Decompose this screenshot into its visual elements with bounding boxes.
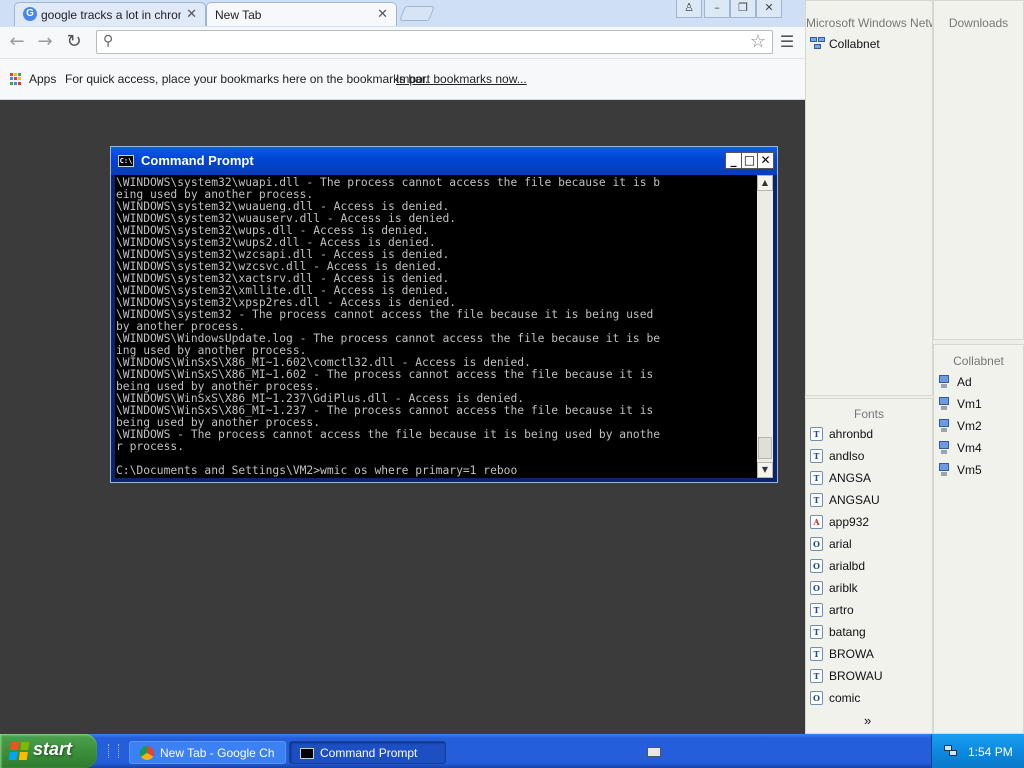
taskbar-item-chrome[interactable]: New Tab - Google Ch... <box>129 741 286 764</box>
cmd-console[interactable]: \WINDOWS\system32\wuapi.dll - The proces… <box>115 175 757 478</box>
truetype-font-icon: T <box>810 449 823 463</box>
opentype-font-icon: O <box>810 691 823 705</box>
close-window-button[interactable]: ✕ <box>756 0 782 18</box>
computer-icon <box>938 397 950 411</box>
restore-button[interactable]: ❐ <box>730 0 756 18</box>
truetype-font-icon: T <box>810 427 823 441</box>
more-chevron-icon[interactable]: » <box>864 713 871 728</box>
apps-link[interactable]: Apps <box>29 72 56 86</box>
cmd-title-bar[interactable]: C:\ Command Prompt _ □ ✕ <box>111 147 777 175</box>
collabnet-pane-header: Collabnet <box>953 354 1004 368</box>
apps-grid-icon[interactable] <box>10 73 22 85</box>
browser-toolbar: ← → ↻ ⚲ ☆ ☰ <box>0 27 805 59</box>
cmd-icon <box>300 748 314 759</box>
minimize-button[interactable]: – <box>704 0 730 18</box>
taskbar: start New Tab - Google Ch... Command Pro… <box>0 734 1024 768</box>
tab-close-icon[interactable]: ✕ <box>186 6 197 22</box>
start-button[interactable]: start <box>0 734 97 768</box>
cmd-scrollbar[interactable]: ▲ ▼ <box>757 175 773 478</box>
downloads-pane: Downloads <box>933 0 1024 340</box>
import-bookmarks-link[interactable]: Import bookmarks now... <box>396 72 527 86</box>
tab-google-tracks[interactable]: G google tracks a lot in chrome ✕ <box>14 2 206 26</box>
downloads-pane-header: Downloads <box>948 16 1009 30</box>
tab-title: New Tab <box>215 8 262 22</box>
reload-icon[interactable]: ↻ <box>63 31 85 53</box>
bookmarks-bar: Apps For quick access, place your bookma… <box>0 59 805 100</box>
computer-icon <box>938 463 950 477</box>
cmd-title: Command Prompt <box>141 153 254 168</box>
search-icon: ⚲ <box>103 33 114 49</box>
quick-launch-grip[interactable] <box>108 744 112 758</box>
tab-title: google tracks a lot in chrome <box>41 8 181 22</box>
start-label: start <box>33 739 73 759</box>
cmd-minimize-button[interactable]: _ <box>725 152 742 169</box>
cmd-maximize-button[interactable]: □ <box>741 152 758 169</box>
profile-icon[interactable]: ♙ <box>676 0 702 18</box>
cmd-icon[interactable]: C:\ <box>118 155 134 167</box>
network-connection-icon[interactable] <box>944 745 958 757</box>
cmd-close-button[interactable]: ✕ <box>757 152 774 169</box>
bookmarks-bar-message: For quick access, place your bookmarks h… <box>65 72 429 86</box>
network-pane-header: Microsoft Windows Network <box>806 16 932 30</box>
scroll-thumb[interactable] <box>758 437 772 459</box>
network-pane: Microsoft Windows Network Collabnet <box>805 0 933 396</box>
truetype-font-icon: T <box>810 669 823 683</box>
menu-icon[interactable]: ☰ <box>778 32 796 52</box>
back-arrow-icon[interactable]: ← <box>6 31 28 53</box>
fonts-pane-header: Fonts <box>853 407 884 421</box>
opentype-font-icon: O <box>810 581 823 595</box>
command-prompt-window: C:\ Command Prompt _ □ ✕ \WINDOWS\system… <box>110 146 778 483</box>
collabnet-pane: Collabnet Ad Vm1 Vm2 Vm4 Vm5 <box>933 344 1024 734</box>
address-input[interactable] <box>123 33 747 53</box>
truetype-font-icon: T <box>810 647 823 661</box>
scroll-up-arrow-icon[interactable]: ▲ <box>757 175 773 191</box>
chrome-icon <box>140 746 154 760</box>
taskbar-grip[interactable] <box>118 744 122 758</box>
truetype-font-icon: T <box>810 625 823 639</box>
omnibox[interactable]: ⚲ ☆ <box>96 30 773 54</box>
opentype-font-icon: O <box>810 537 823 551</box>
scroll-down-arrow-icon[interactable]: ▼ <box>757 462 773 478</box>
truetype-font-icon: T <box>810 493 823 507</box>
truetype-font-icon: T <box>810 603 823 617</box>
windows-logo-icon <box>8 742 30 760</box>
forward-arrow-icon[interactable]: → <box>34 31 56 53</box>
new-tab-button[interactable] <box>399 6 435 21</box>
network-icon <box>810 37 826 50</box>
font-a-icon: A <box>810 515 823 529</box>
clock[interactable]: 1:54 PM <box>968 745 1013 759</box>
system-tray: 1:54 PM <box>931 734 1024 768</box>
keyboard-icon[interactable] <box>647 747 661 757</box>
computer-icon <box>938 441 950 455</box>
cmd-output: \WINDOWS\system32\wuapi.dll - The proces… <box>116 176 661 477</box>
tab-new-tab[interactable]: New Tab ✕ <box>206 2 397 26</box>
fonts-pane: Fonts Tahronbd Tandlso T ANGSA T ANGSAU Aapp93… <box>805 398 933 734</box>
computer-icon <box>938 419 950 433</box>
truetype-font-icon: T <box>810 471 823 485</box>
taskbar-item-command-prompt[interactable]: Command Prompt <box>289 741 446 764</box>
computer-icon <box>938 375 950 389</box>
bookmark-star-icon[interactable]: ☆ <box>750 31 766 52</box>
tab-close-icon[interactable]: ✕ <box>377 6 388 22</box>
opentype-font-icon: O <box>810 559 823 573</box>
tab-strip: G google tracks a lot in chrome ✕ New Ta… <box>0 0 805 27</box>
explorer-panes: Microsoft Windows Network Collabnet Down… <box>805 0 1024 734</box>
google-favicon-icon: G <box>23 7 37 21</box>
